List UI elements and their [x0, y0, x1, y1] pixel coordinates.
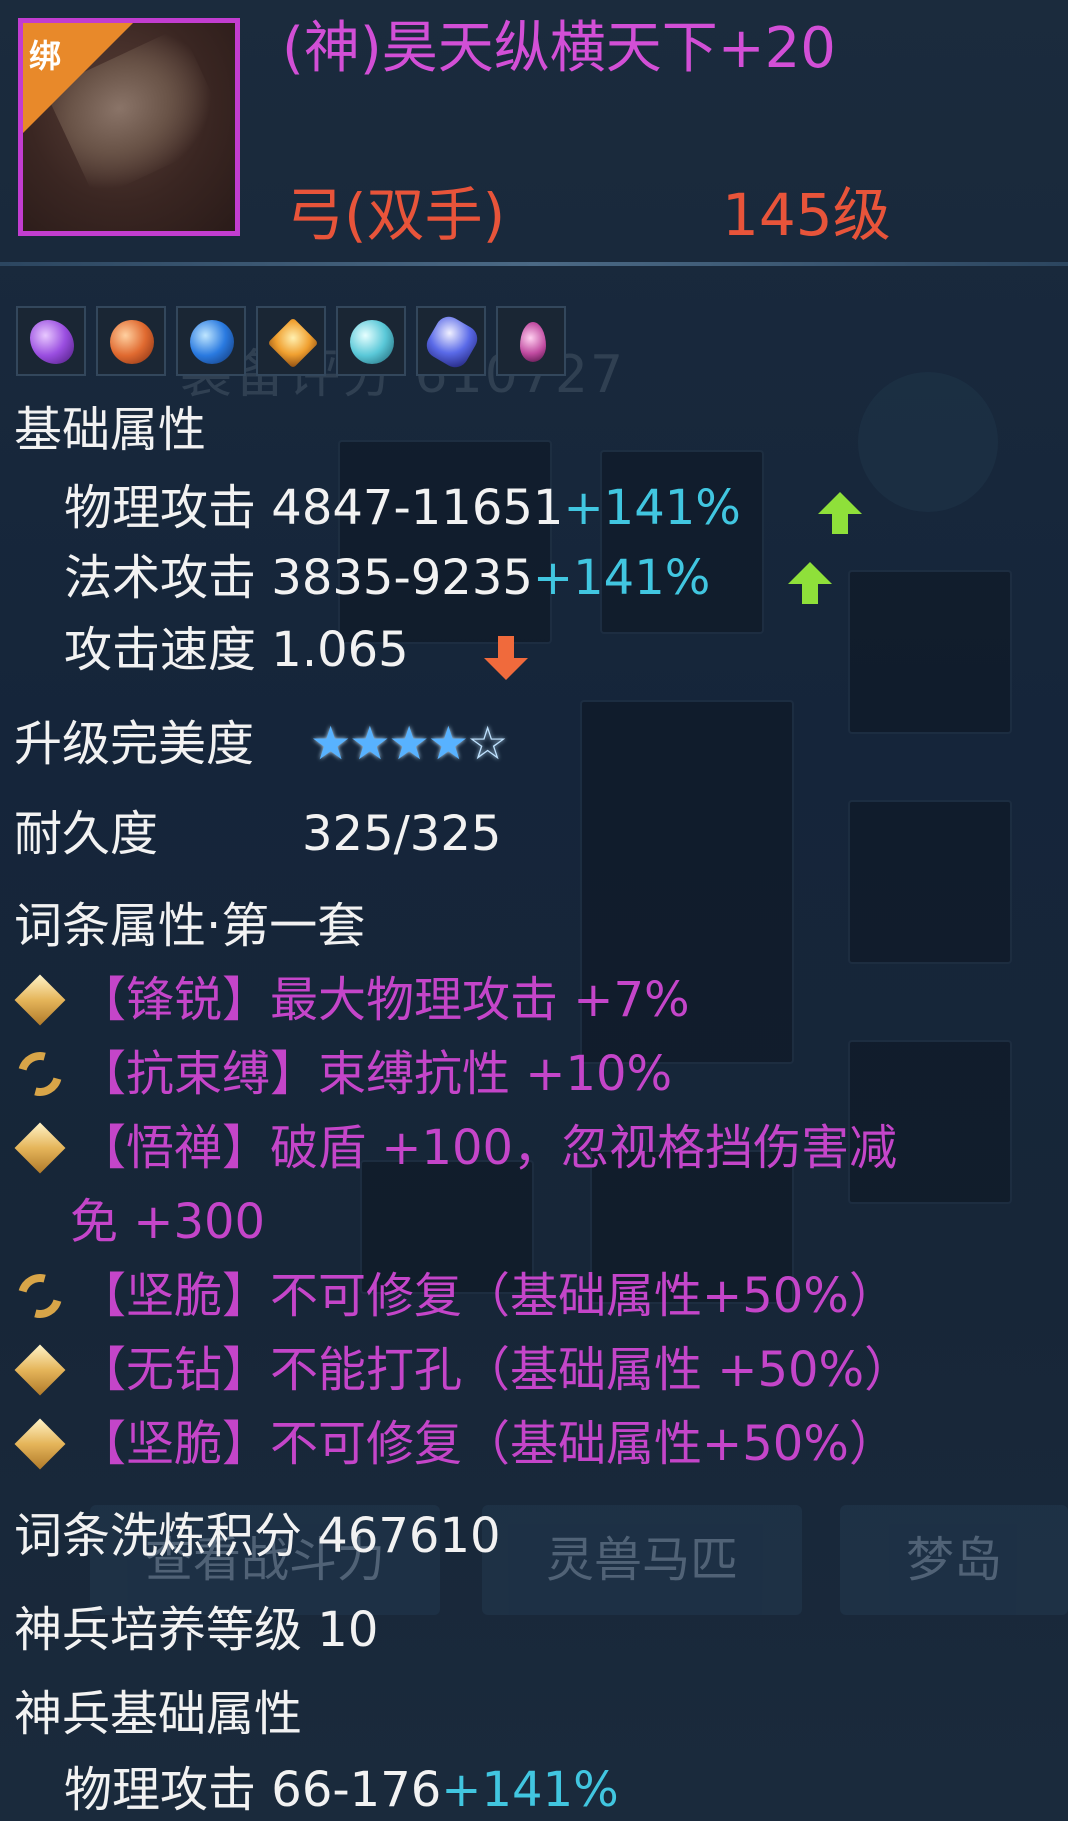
pink-gem-icon[interactable] — [496, 306, 566, 376]
amber-gem-icon[interactable] — [256, 306, 326, 376]
mag-attack-row: 法术攻击 3835-9235+141% — [64, 548, 710, 608]
blue-gem-icon[interactable] — [176, 306, 246, 376]
affix-line: 【悟禅】破盾 +100，忽视格挡伤害减 — [78, 1120, 898, 1176]
phys-attack-value: 4847-11651 — [271, 480, 564, 536]
background-slot — [338, 440, 552, 644]
star-filled-icon: ★ — [388, 716, 430, 770]
swirl-icon — [9, 1265, 71, 1327]
divine-level-label: 神兵培养等级 — [14, 1602, 303, 1658]
background-equip-button — [858, 372, 998, 512]
cyan-gem-icon[interactable] — [336, 306, 406, 376]
orange-gem-icon[interactable] — [96, 306, 166, 376]
divine-phys-bonus: +141% — [441, 1762, 619, 1818]
item-type: 弓(双手) — [286, 181, 506, 249]
star-filled-icon: ★ — [349, 716, 391, 770]
divine-level-value: 10 — [317, 1602, 379, 1658]
attack-speed-value: 1.065 — [271, 622, 409, 678]
background-dream-island-button: 梦岛 — [840, 1505, 1068, 1615]
basic-attr-header: 基础属性 — [14, 402, 207, 458]
diamond-icon — [14, 1122, 66, 1174]
attack-speed-row: 攻击速度 1.065 — [64, 620, 409, 680]
purple-gem-icon[interactable] — [16, 306, 86, 376]
item-level: 145级 — [722, 181, 891, 249]
diamond-icon — [14, 1344, 66, 1396]
divine-phys-label: 物理攻击 — [64, 1762, 257, 1818]
divine-phys-row: 物理攻击 66-176+141% — [64, 1760, 619, 1820]
up-arrow-icon — [818, 492, 862, 534]
background-pet-mount-button: 灵兽马匹 — [482, 1505, 802, 1615]
phys-attack-row: 物理攻击 4847-11651+141% — [64, 478, 741, 538]
item-name: (神)昊天纵横天下+20 — [282, 16, 836, 81]
up-arrow-icon — [788, 562, 832, 604]
refine-row: 词条洗炼积分 467610 — [14, 1506, 501, 1566]
swirl-icon — [9, 1043, 71, 1105]
mag-attack-bonus: +141% — [532, 550, 711, 606]
durability-label: 耐久度 — [14, 806, 159, 862]
perfection-label: 升级完美度 — [14, 716, 255, 772]
phys-attack-bonus: +141% — [563, 480, 741, 536]
refine-value: 467610 — [317, 1508, 501, 1564]
affix-header: 词条属性·第一套 — [14, 898, 366, 954]
diamond-icon — [14, 974, 66, 1026]
affix-line: 【抗束缚】束缚抗性 +10% — [78, 1046, 673, 1102]
down-arrow-icon — [484, 636, 528, 680]
perfection-stars: ★★★★☆ — [310, 716, 509, 770]
star-filled-icon: ★ — [427, 716, 469, 770]
background-slot — [848, 800, 1012, 964]
sapphire-gem-icon[interactable] — [416, 306, 486, 376]
gem-row — [16, 306, 566, 376]
star-empty-icon: ☆ — [467, 716, 509, 770]
mag-attack-label: 法术攻击 — [64, 550, 257, 606]
star-filled-icon: ★ — [310, 716, 352, 770]
bind-label: 绑 — [29, 37, 62, 75]
divine-phys-value: 66-176 — [271, 1762, 442, 1818]
affix-line: 【坚脆】不可修复（基础属性+50%） — [78, 1268, 897, 1324]
affix-line: 【坚脆】不可修复（基础属性+50%） — [78, 1416, 897, 1472]
item-icon: 绑 — [18, 18, 240, 236]
diamond-icon — [14, 1418, 66, 1470]
header-divider — [0, 262, 1068, 266]
divine-basic-header: 神兵基础属性 — [14, 1686, 303, 1742]
refine-label: 词条洗炼积分 — [14, 1508, 303, 1564]
durability-value: 325/325 — [302, 806, 502, 862]
affix-line-cont: 免 +300 — [70, 1194, 266, 1250]
background-slot — [848, 570, 1012, 734]
attack-speed-label: 攻击速度 — [64, 622, 257, 678]
affix-line: 【无钻】不能打孔（基础属性 +50%） — [78, 1342, 913, 1398]
affix-line: 【锋锐】最大物理攻击 +7% — [78, 972, 690, 1028]
divine-level-row: 神兵培养等级 10 — [14, 1600, 378, 1660]
mag-attack-value: 3835-9235 — [271, 550, 533, 606]
phys-attack-label: 物理攻击 — [64, 480, 257, 536]
